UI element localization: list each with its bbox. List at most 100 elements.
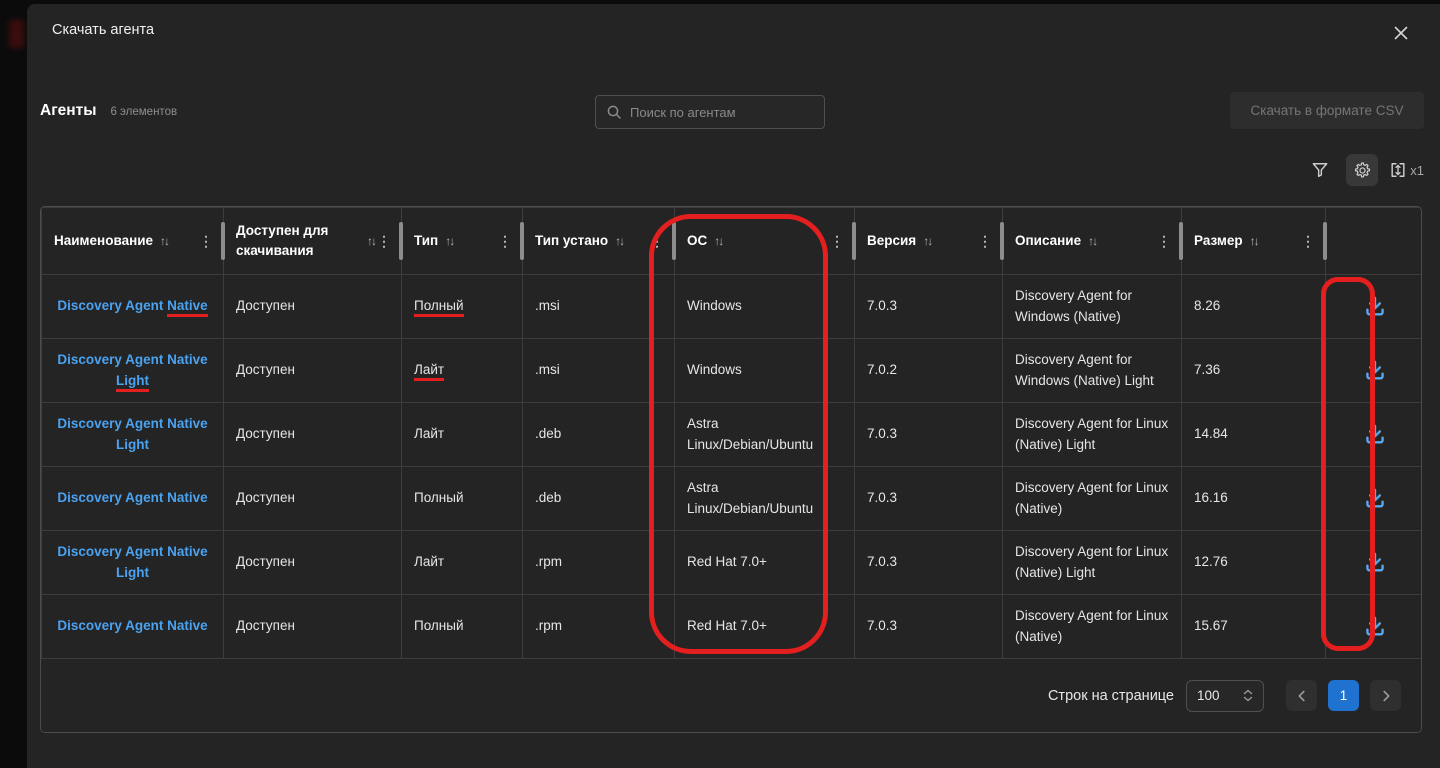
column-label: Тип устано	[535, 231, 608, 251]
agent-name-link[interactable]: Discovery Agent Native	[57, 298, 207, 317]
search-icon	[606, 104, 622, 120]
column-header-actions	[1326, 208, 1423, 275]
version-cell: 7.0.3	[855, 595, 1003, 659]
column-label: Наименование	[54, 231, 153, 251]
column-header-6[interactable]: Описание↑↓⋮	[1003, 208, 1182, 275]
close-icon[interactable]	[1390, 22, 1412, 44]
download-button[interactable]	[1353, 477, 1397, 521]
agents-heading-row: Агенты 6 элементов	[40, 102, 177, 120]
agent-name-link[interactable]: Discovery Agent Native Light	[57, 352, 207, 392]
table-row: Discovery Agent Native Light ДоступенЛайт…	[42, 403, 1423, 467]
download-button[interactable]	[1353, 541, 1397, 585]
description-cell: Discovery Agent for Windows (Native) Lig…	[1003, 339, 1182, 403]
agent-name-link[interactable]: Discovery Agent Native	[57, 618, 207, 633]
sort-icon[interactable]: ↑↓	[1088, 234, 1096, 248]
download-csv-button[interactable]: Скачать в формате CSV	[1230, 92, 1424, 129]
os-cell: Windows	[675, 339, 855, 403]
download-button[interactable]	[1353, 349, 1397, 393]
row-height-label: x1	[1410, 163, 1424, 178]
column-menu-icon[interactable]: ⋮	[496, 233, 514, 250]
filter-icon[interactable]	[1304, 154, 1336, 186]
column-header-0[interactable]: Наименование ↑↓ ⋮	[42, 208, 224, 275]
column-menu-icon[interactable]: ⋮	[1299, 233, 1317, 250]
agents-table: Наименование↑↓⋮Доступен для скачивания↑↓…	[41, 207, 1422, 659]
os-cell: Red Hat 7.0+	[675, 595, 855, 659]
install-type-cell: .rpm	[523, 531, 675, 595]
column-header-1[interactable]: Доступен для скачивания↑↓⋮	[224, 208, 402, 275]
column-menu-icon[interactable]: ⋮	[828, 233, 846, 250]
type-cell: Лайт	[402, 403, 523, 467]
available-cell: Доступен	[224, 467, 402, 531]
download-cell	[1326, 275, 1423, 339]
sort-icon[interactable]: ↑↓	[615, 234, 623, 248]
search-box[interactable]	[595, 95, 825, 129]
next-page-button[interactable]	[1370, 680, 1401, 711]
row-height-toggle[interactable]: x1	[1388, 160, 1424, 180]
sort-icon[interactable]: ↑↓	[445, 234, 453, 248]
stepper-icon	[1243, 689, 1253, 702]
download-button[interactable]	[1353, 605, 1397, 649]
os-cell: Astra Linux/Debian/Ubuntu	[675, 403, 855, 467]
description-cell: Discovery Agent for Linux (Native)	[1003, 467, 1182, 531]
agent-name-link[interactable]: Discovery Agent Native Light	[57, 416, 207, 452]
column-menu-icon[interactable]: ⋮	[976, 233, 994, 250]
annotation-underline: Native	[167, 298, 208, 317]
sort-icon[interactable]: ↑↓	[1250, 234, 1258, 248]
column-menu-icon[interactable]: ⋮	[648, 233, 666, 250]
column-menu-icon[interactable]: ⋮	[1155, 233, 1173, 250]
download-button[interactable]	[1353, 413, 1397, 457]
sort-icon[interactable]: ↑↓	[367, 234, 375, 248]
current-page-button[interactable]: 1	[1328, 680, 1359, 711]
prev-page-button[interactable]	[1286, 680, 1317, 711]
column-header-7[interactable]: Размер↑↓⋮	[1182, 208, 1326, 275]
download-cell	[1326, 339, 1423, 403]
sort-icon[interactable]: ↑↓	[160, 234, 168, 248]
size-cell: 15.67	[1182, 595, 1326, 659]
column-header-2[interactable]: Тип ↑↓ ⋮	[402, 208, 523, 275]
agent-name-link[interactable]: Discovery Agent Native	[57, 490, 207, 505]
version-cell: 7.0.3	[855, 275, 1003, 339]
install-type-cell: .msi	[523, 275, 675, 339]
available-cell: Доступен	[224, 531, 402, 595]
description-cell: Discovery Agent for Linux (Native) Light	[1003, 531, 1182, 595]
sort-icon[interactable]: ↑↓	[923, 234, 931, 248]
os-cell: Windows	[675, 275, 855, 339]
annotation-underline: Полный	[414, 298, 464, 317]
type-cell: Полный	[402, 467, 523, 531]
column-header-3[interactable]: Тип устано ↑↓ ⋮	[523, 208, 675, 275]
type-cell: Полный	[402, 595, 523, 659]
column-header-4[interactable]: ОС↑↓⋮	[675, 208, 855, 275]
column-menu-icon[interactable]: ⋮	[375, 233, 393, 250]
sort-icon[interactable]: ↑↓	[714, 234, 722, 248]
column-header-5[interactable]: Версия ↑↓ ⋮	[855, 208, 1003, 275]
install-type-cell: .rpm	[523, 595, 675, 659]
column-label: Тип	[414, 231, 438, 251]
install-type-cell: .deb	[523, 467, 675, 531]
gear-icon[interactable]	[1346, 154, 1378, 186]
agent-name-link[interactable]: Discovery Agent Native Light	[57, 544, 207, 580]
version-cell: 7.0.2	[855, 339, 1003, 403]
download-cell	[1326, 595, 1423, 659]
column-label: Версия	[867, 231, 916, 251]
os-cell: Red Hat 7.0+	[675, 531, 855, 595]
available-cell: Доступен	[224, 339, 402, 403]
column-menu-icon[interactable]: ⋮	[197, 233, 215, 250]
download-agent-modal: Скачать агента Агенты 6 элементов Скачат…	[27, 4, 1440, 768]
table-tools-row: x1	[1304, 154, 1424, 186]
download-button[interactable]	[1353, 285, 1397, 329]
available-cell: Доступен	[224, 403, 402, 467]
type-cell: Лайт	[402, 531, 523, 595]
available-cell: Доступен	[224, 595, 402, 659]
agent-name-cell: Discovery Agent Native Light	[42, 339, 224, 403]
version-cell: 7.0.3	[855, 403, 1003, 467]
download-cell	[1326, 467, 1423, 531]
download-cell	[1326, 531, 1423, 595]
pagination-bar: Строк на странице 100 1	[41, 659, 1421, 732]
modal-title: Скачать агента	[52, 22, 154, 38]
rows-per-page-select[interactable]: 100	[1186, 680, 1264, 712]
description-cell: Discovery Agent for Linux (Native)	[1003, 595, 1182, 659]
os-cell: Astra Linux/Debian/Ubuntu	[675, 467, 855, 531]
agent-name-cell: Discovery Agent Native	[42, 467, 224, 531]
size-cell: 12.76	[1182, 531, 1326, 595]
search-input[interactable]	[630, 105, 814, 120]
